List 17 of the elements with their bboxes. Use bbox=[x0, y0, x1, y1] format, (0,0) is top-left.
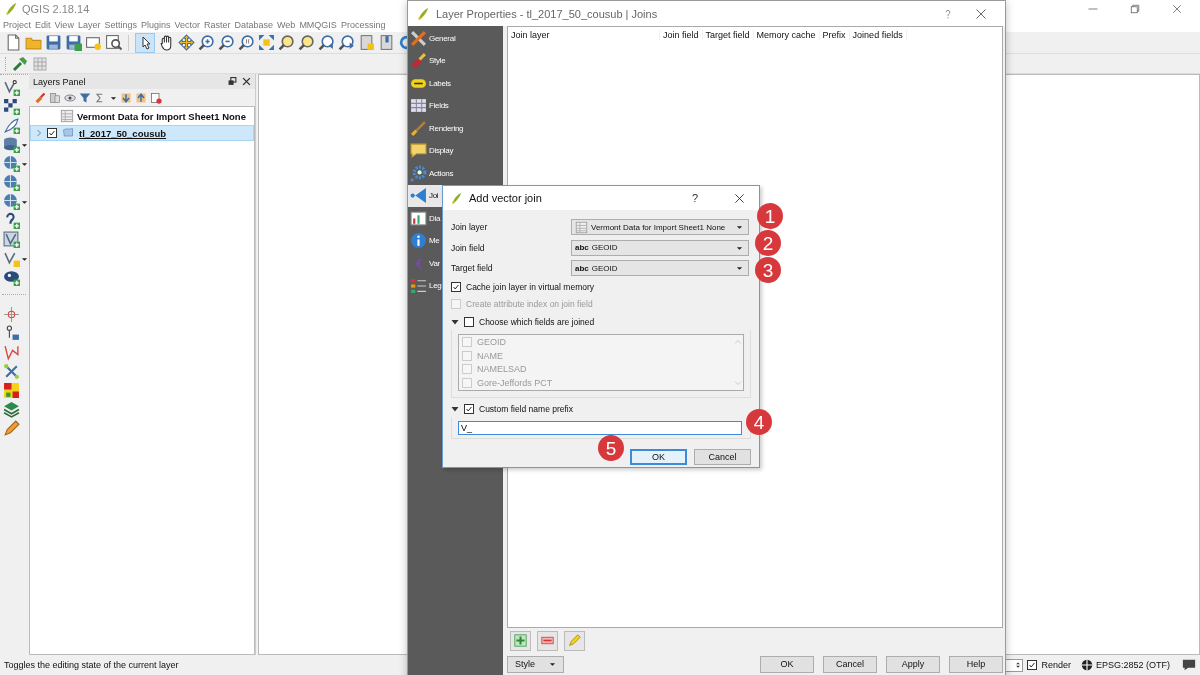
checkbox-label: Cache join layer in virtual memory bbox=[466, 282, 595, 292]
group-title: Custom field name prefix bbox=[479, 404, 573, 414]
status-message: Toggles the editing state of the current layer bbox=[4, 660, 179, 670]
list-item-label: GEOID bbox=[477, 337, 506, 348]
checkbox-label: Create attribute index on join field bbox=[466, 299, 593, 309]
list-item-label: Gore-Jeffords PCT bbox=[477, 377, 553, 388]
field-label: Join layer bbox=[451, 222, 489, 233]
window-title: Layer Properties - tl_2017_50_cousub | Joins bbox=[436, 7, 658, 20]
field-label: Join field bbox=[451, 242, 486, 253]
list-item-label: NAMELSAD bbox=[477, 364, 527, 375]
list-item-label: NAME bbox=[477, 350, 503, 361]
window-title: Add vector join bbox=[469, 192, 542, 204]
field-label: Target field bbox=[451, 263, 494, 274]
panel-title: Layers Panel bbox=[33, 76, 86, 87]
group-title: Choose which fields are joined bbox=[479, 317, 595, 327]
window-title: QGIS 2.18.14 bbox=[22, 3, 90, 15]
render-label: Render bbox=[1041, 660, 1071, 670]
